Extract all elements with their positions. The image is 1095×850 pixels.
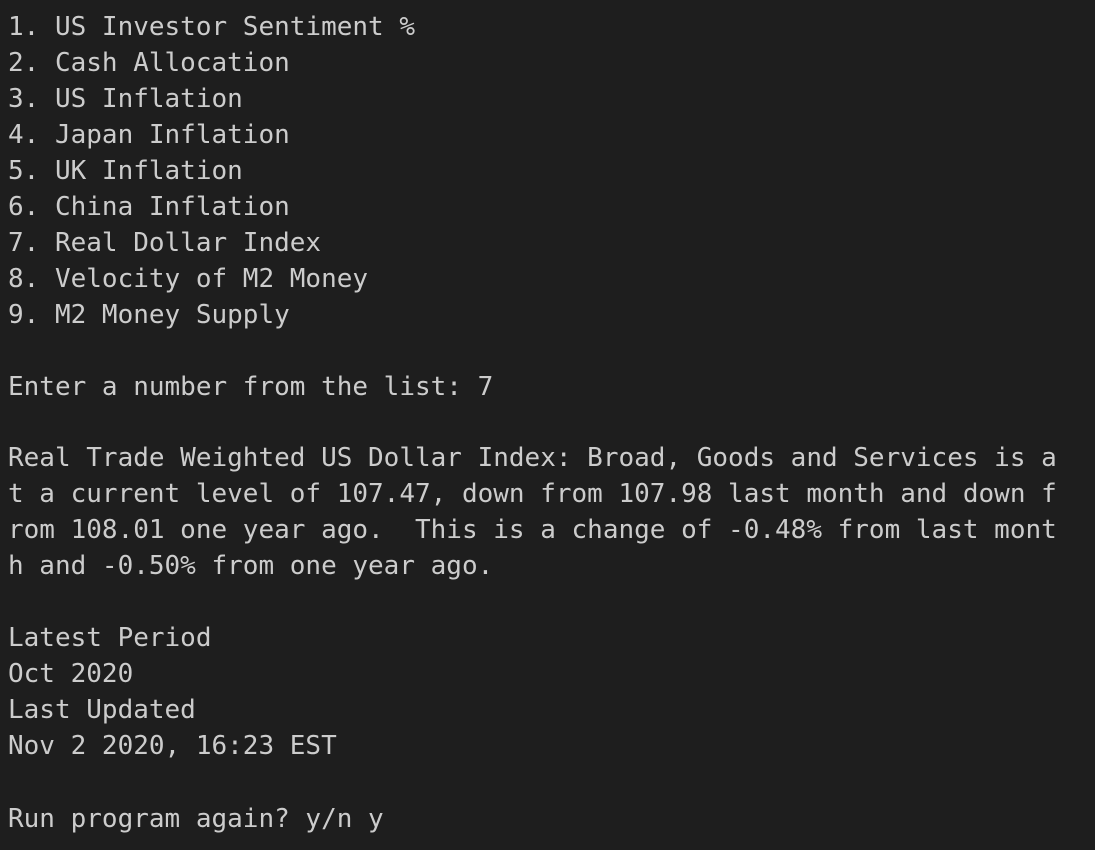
last-updated-label: Last Updated — [8, 695, 196, 725]
menu-item: 9. M2 Money Supply — [8, 300, 290, 330]
menu-item: 8. Velocity of M2 Money — [8, 264, 369, 294]
result-line: t a current level of 107.47, down from 1… — [8, 479, 1057, 509]
menu-item: 5. UK Inflation — [8, 156, 243, 186]
result-line: Real Trade Weighted US Dollar Index: Bro… — [8, 443, 1057, 473]
number-prompt: Enter a number from the list: 7 — [8, 369, 493, 405]
prompt-input-value: 7 — [477, 372, 494, 402]
menu-item: 6. China Inflation — [8, 192, 290, 222]
terminal-window[interactable]: 1. US Investor Sentiment % 2. Cash Alloc… — [0, 0, 1095, 850]
menu-item: 4. Japan Inflation — [8, 120, 290, 150]
rerun-label: Run program again? y/n — [8, 804, 369, 834]
rerun-prompt[interactable]: Run program again? y/n y — [8, 801, 384, 837]
prompt-label: Enter a number from the list: — [8, 372, 478, 402]
menu-item: 7. Real Dollar Index — [8, 228, 322, 258]
rerun-input-value[interactable]: y — [368, 804, 384, 834]
menu-item: 1. US Investor Sentiment % — [8, 12, 415, 42]
last-updated-value: Nov 2 2020, 16:23 EST — [8, 731, 337, 761]
menu-item: 3. US Inflation — [8, 84, 243, 114]
result-line: rom 108.01 one year ago. This is a chang… — [8, 515, 1057, 545]
latest-period-label: Latest Period — [8, 623, 212, 653]
menu-item: 2. Cash Allocation — [8, 48, 290, 78]
result-line: h and -0.50% from one year ago. — [8, 551, 494, 581]
latest-period-value: Oct 2020 — [8, 659, 134, 689]
